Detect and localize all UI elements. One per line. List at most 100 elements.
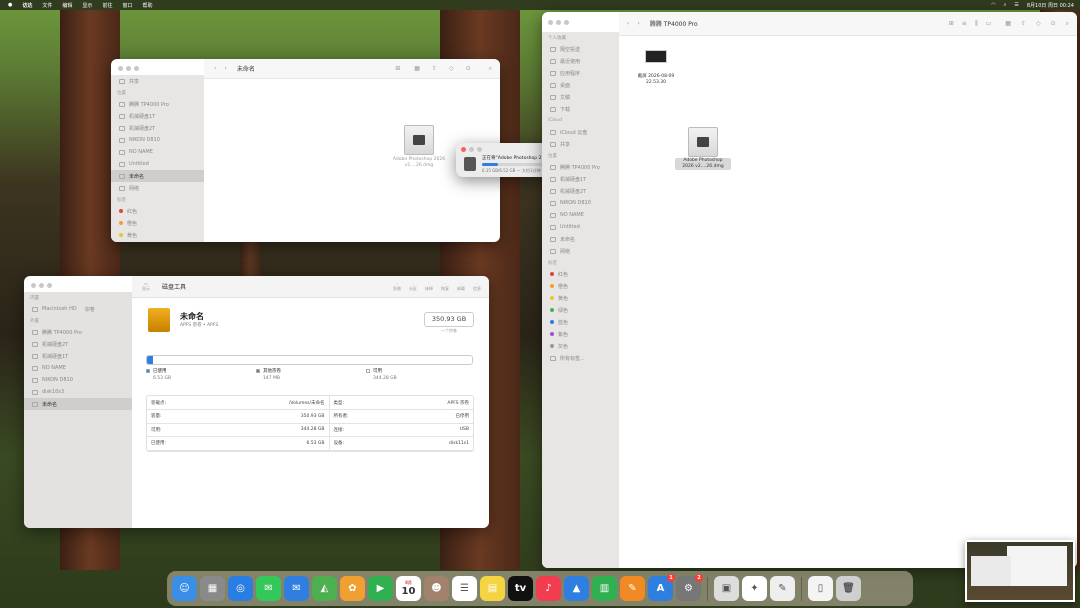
toolbar-button[interactable]: ◦ 信息 xyxy=(473,281,481,292)
sidebar-item[interactable]: 腾腾 TP4000 Pro xyxy=(111,98,204,110)
trash-icon[interactable]: 🗑 xyxy=(836,576,861,601)
sidebar-item[interactable]: 所有标签... xyxy=(542,352,619,364)
back-icon[interactable]: ‹ xyxy=(214,65,216,72)
sidebar-item[interactable]: 应用程序 xyxy=(542,67,619,79)
sidebar-item[interactable]: 黄色 xyxy=(111,229,204,241)
group-icon[interactable]: ▦ xyxy=(1005,20,1011,27)
appstore-icon[interactable]: A1 xyxy=(648,574,675,601)
sidebar-item[interactable]: disk10s3 xyxy=(24,386,132,398)
share-icon[interactable]: ⇧ xyxy=(432,65,437,72)
sidebar-item[interactable]: 橙色 xyxy=(542,280,619,292)
sidebar-item[interactable]: 机械硬盘2T xyxy=(111,122,204,134)
notes-icon[interactable]: ▤ xyxy=(480,576,505,601)
menu-view[interactable]: 显示 xyxy=(82,2,92,9)
sidebar-item[interactable]: 机械硬盘2T xyxy=(24,338,132,350)
sidebar-item[interactable]: NO NAME xyxy=(542,209,619,221)
sidebar-item[interactable]: 网络 xyxy=(542,245,619,257)
menu-finder[interactable]: 访达 xyxy=(22,2,32,9)
pages-icon[interactable]: ✎ xyxy=(620,576,645,601)
list-view-icon[interactable]: ≡ xyxy=(962,20,967,27)
menu-help[interactable]: 帮助 xyxy=(142,2,152,9)
sidebar-item[interactable]: Macintosh HD 宗卷 xyxy=(24,303,132,315)
sidebar-item[interactable]: NIKON D810 xyxy=(24,374,132,386)
keynote-icon[interactable]: ▲ xyxy=(564,576,589,601)
control-center-icon[interactable]: ☰ xyxy=(1014,2,1018,9)
sidebar-item[interactable]: 隔空投送 xyxy=(542,43,619,55)
sidebar-item[interactable]: 黄色 xyxy=(542,292,619,304)
more-icon[interactable]: ⊙ xyxy=(1051,20,1056,27)
sidebar-item[interactable]: 灰色 xyxy=(542,340,619,352)
mail-icon[interactable]: ✉ xyxy=(284,576,309,601)
calendar-icon[interactable]: 8月 10 xyxy=(396,576,421,601)
apple-icon[interactable]: ● xyxy=(8,2,12,9)
sidebar-item[interactable]: 共享 xyxy=(542,138,619,150)
sidebar-item[interactable]: 网络 xyxy=(111,182,204,194)
sidebar-item[interactable]: NIKON D810 xyxy=(111,134,204,146)
numbers-icon[interactable]: ▥ xyxy=(592,576,617,601)
search-icon[interactable]: ⌕ xyxy=(1004,2,1007,9)
menu-window[interactable]: 窗口 xyxy=(122,2,132,9)
sidebar-item[interactable]: 共享 xyxy=(111,75,204,87)
sidebar-item[interactable]: 蓝色 xyxy=(542,316,619,328)
sidebar-item[interactable]: 最近使用 xyxy=(542,55,619,67)
document-icon[interactable]: ▯ xyxy=(808,576,833,601)
search-icon[interactable]: ⌕ xyxy=(1066,20,1069,28)
sidebar-item[interactable]: 红色 xyxy=(111,205,204,217)
sidebar-item[interactable]: iCloud 云盘 xyxy=(542,126,619,138)
sidebar-item[interactable]: Untitled xyxy=(111,158,204,170)
sidebar-item[interactable]: NO NAME xyxy=(24,362,132,374)
settings-icon[interactable]: ⚙ 2 xyxy=(676,574,703,601)
forward-icon[interactable]: › xyxy=(637,20,639,27)
sidebar-item[interactable]: 紫色 xyxy=(542,328,619,340)
sidebar-item[interactable]: 机械硬盘2T xyxy=(542,185,619,197)
gallery-view-icon[interactable]: ▭ xyxy=(986,20,992,27)
toolbar-button[interactable]: ◦ 恢复 xyxy=(441,281,449,292)
sidebar-item[interactable]: 红色 xyxy=(542,268,619,280)
more-icon[interactable]: ⊙ xyxy=(466,65,471,72)
menu-file[interactable]: 文件 xyxy=(42,2,52,9)
forward-icon[interactable]: › xyxy=(224,65,226,72)
sidebar-item[interactable]: NO NAME xyxy=(111,146,204,158)
sidebar-item[interactable]: 未命名 xyxy=(111,170,204,182)
sidebar-item[interactable]: 下载 xyxy=(542,103,619,115)
photos-icon[interactable]: ✿ xyxy=(340,576,365,601)
sidebar-item[interactable]: 未命名 xyxy=(542,233,619,245)
menu-edit[interactable]: 编辑 xyxy=(62,2,72,9)
contacts-icon[interactable]: ☻ xyxy=(424,576,449,601)
toolbar-button[interactable]: ◦ 急救 xyxy=(393,281,401,292)
messages-icon[interactable]: ✉ xyxy=(256,576,281,601)
sidebar-item[interactable]: 腾腾 TP4000 Pro xyxy=(542,161,619,173)
sidebar-item[interactable]: 机械硬盘1T xyxy=(24,350,132,362)
music-icon[interactable]: ♪ xyxy=(536,576,561,601)
textedit-icon[interactable]: ✎ xyxy=(770,576,795,601)
toolbar-button[interactable]: ◦ 抹掉 xyxy=(425,281,433,292)
menu-go[interactable]: 前往 xyxy=(102,2,112,9)
launchpad-icon[interactable]: ▦ xyxy=(200,576,225,601)
back-icon[interactable]: ‹ xyxy=(627,20,629,27)
reminders-icon[interactable]: ☰ xyxy=(452,576,477,601)
dmg-file-icon[interactable] xyxy=(404,125,434,155)
menubar-clock[interactable]: 8月10日 周日 00:24 xyxy=(1027,2,1074,9)
share-icon[interactable]: ⇧ xyxy=(1021,20,1026,27)
maps-icon[interactable]: ◭ xyxy=(312,576,337,601)
window-controls[interactable] xyxy=(118,66,139,71)
toolbar-button[interactable]: ◦ 卸载 xyxy=(457,281,465,292)
dmg-file-icon[interactable] xyxy=(688,127,718,157)
sidebar-item[interactable]: Untitled xyxy=(542,221,619,233)
sidebar-item[interactable]: 桌面 xyxy=(542,79,619,91)
wifi-icon[interactable]: ◠ xyxy=(991,2,995,9)
tag-icon[interactable]: ◇ xyxy=(1036,20,1041,27)
view-button[interactable]: ▭ 显示 xyxy=(142,281,150,292)
facetime-icon[interactable]: ▶ xyxy=(368,576,393,601)
screenshot-thumbnail-icon[interactable] xyxy=(645,50,667,63)
window-controls[interactable] xyxy=(31,283,52,288)
column-view-icon[interactable]: ⫼ xyxy=(975,20,978,28)
icon-view-icon[interactable]: ⊞ xyxy=(949,20,954,27)
preview-icon[interactable]: ▣ xyxy=(714,576,739,601)
sidebar-item[interactable]: 绿色 xyxy=(542,304,619,316)
search-icon[interactable]: ⌕ xyxy=(489,65,492,73)
sidebar-item[interactable]: 未命名 xyxy=(24,398,132,410)
sidebar-item[interactable]: 文稿 xyxy=(542,91,619,103)
toolbar-button[interactable]: ◦ 分区 xyxy=(409,281,417,292)
window-controls[interactable] xyxy=(548,20,569,25)
